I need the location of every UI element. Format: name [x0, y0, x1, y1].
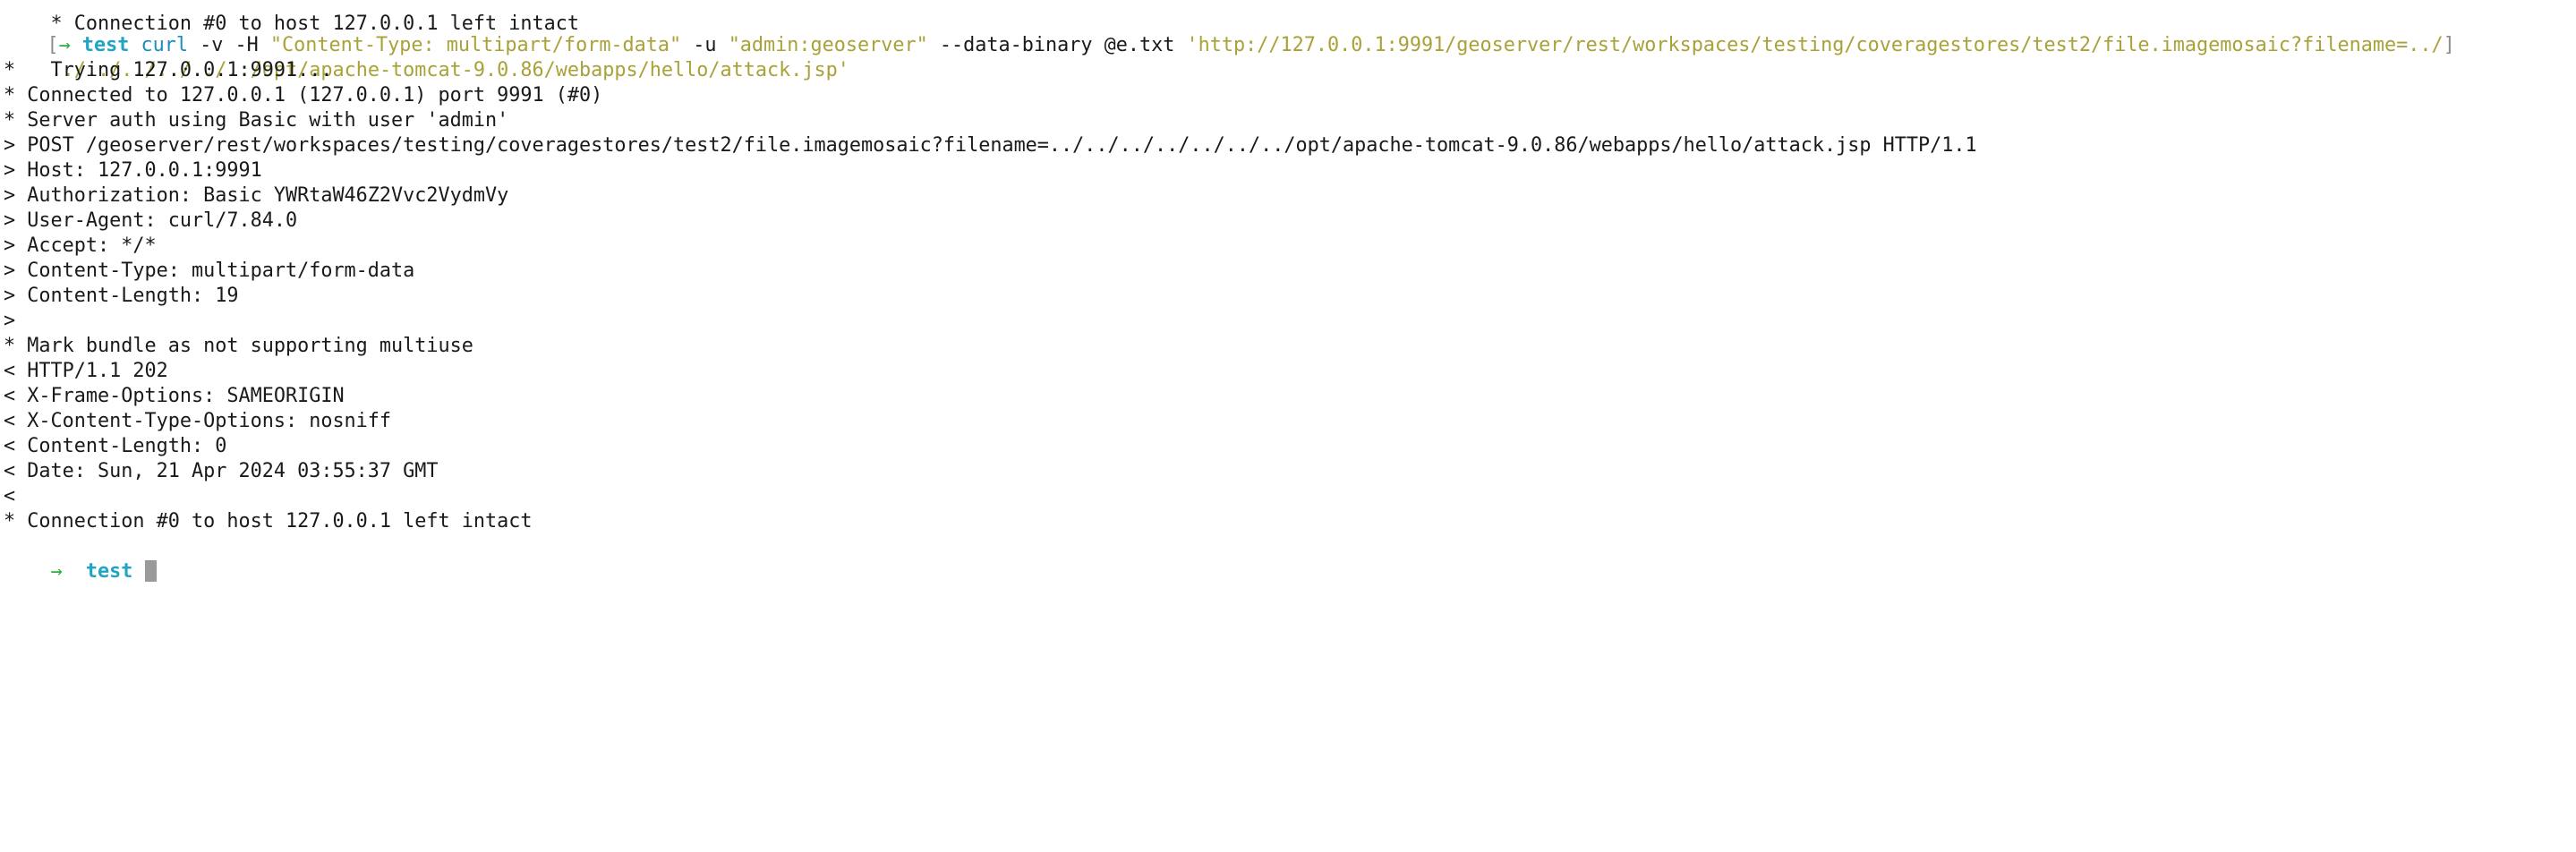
text-cursor[interactable]: [144, 560, 157, 582]
output-line: > User-Agent: curl/7.84.0: [4, 209, 298, 232]
command-continuation-line: ../../../../../../opt/apache-tomcat-9.0.…: [4, 33, 849, 81]
output-line: < Date: Sun, 21 Apr 2024 03:55:37 GMT: [4, 460, 439, 482]
prompt-directory: test: [85, 560, 133, 583]
output-line: > Accept: */*: [4, 234, 157, 257]
output-line: * Trying 127.0.0.1:9991...: [4, 59, 333, 81]
output-line: * Connection #0 to host 127.0.0.1 left i…: [4, 510, 533, 532]
output-line: > Content-Length: 19: [4, 285, 239, 307]
output-line: <: [4, 485, 16, 507]
output-line: >: [4, 310, 16, 332]
output-line: * Mark bundle as not supporting multiuse: [4, 335, 473, 357]
command-prompt-line: [→ test curl -v -H "Content-Type: multip…: [0, 8, 2455, 56]
command-arg-url: 'http://127.0.0.1:9991/geoserver/rest/wo…: [1186, 34, 2444, 56]
output-line: * Server auth using Basic with user 'adm…: [4, 109, 509, 132]
output-line: < X-Frame-Options: SAMEORIGIN: [4, 385, 345, 407]
output-line: > Content-Type: multipart/form-data: [4, 260, 415, 282]
active-prompt-line[interactable]: → test: [4, 534, 157, 583]
output-line: < Content-Length: 0: [4, 435, 227, 457]
prompt-arrow-icon: →: [50, 560, 63, 583]
command-arg: --data-binary @e.txt: [927, 34, 1187, 56]
terminal-window[interactable]: * Connection #0 to host 127.0.0.1 left i…: [0, 0, 2576, 583]
output-line: > POST /geoserver/rest/workspaces/testin…: [4, 134, 1977, 157]
output-line: * Connected to 127.0.0.1 (127.0.0.1) por…: [4, 84, 603, 106]
output-line: > Host: 127.0.0.1:9991: [4, 159, 262, 182]
line-wrap-marker: ]: [2443, 34, 2455, 56]
output-line: < X-Content-Type-Options: nosniff: [4, 410, 392, 432]
output-line: > Authorization: Basic YWRtaW46Z2Vvc2Vyd…: [4, 184, 509, 207]
output-line: < HTTP/1.1 202: [4, 360, 168, 382]
